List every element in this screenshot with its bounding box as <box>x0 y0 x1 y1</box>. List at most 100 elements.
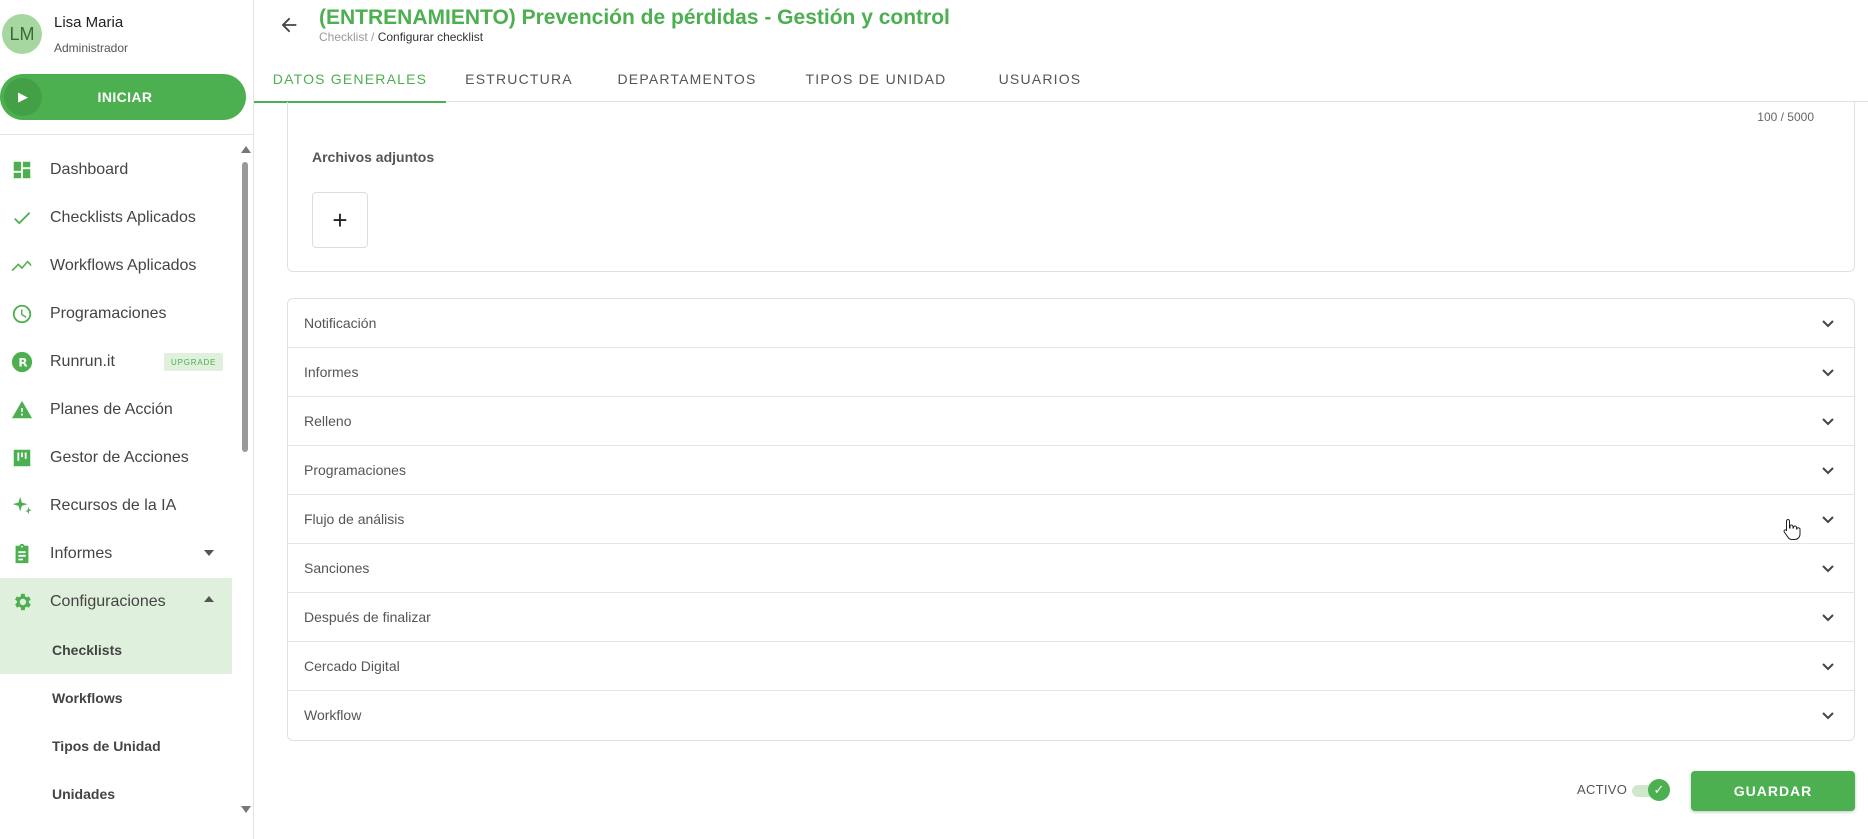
section-label: Después de finalizar <box>304 609 431 625</box>
chevron-up-icon <box>204 596 214 602</box>
sidebar-item-label: Runrun.it <box>50 353 115 370</box>
section-label: Relleno <box>304 413 352 429</box>
section-label: Programaciones <box>304 462 406 478</box>
sidebar-subitem-label: Unidades <box>52 786 116 802</box>
section-cercado-digital[interactable]: Cercado Digital <box>288 642 1854 691</box>
save-button[interactable]: GUARDAR <box>1691 771 1855 811</box>
breadcrumb-parent[interactable]: Checklist <box>319 30 368 44</box>
active-toggle[interactable]: ✓ <box>1632 779 1670 801</box>
sidebar-item-label: Workflows Aplicados <box>50 257 197 274</box>
kanban-icon <box>10 446 34 470</box>
sidebar-item-dashboard[interactable]: Dashboard <box>0 146 232 194</box>
sidebar-subitem-label: Checklists <box>52 642 123 658</box>
sidebar-nav: Dashboard Checklists Aplicados Workflows… <box>0 146 232 818</box>
scroll-up-arrow-icon[interactable] <box>241 146 251 153</box>
section-label: Notificación <box>304 315 377 331</box>
sidebar-subitem-label: Workflows <box>52 690 123 706</box>
tab-bar: DATOS GENERALES ESTRUCTURA DEPARTAMENTOS… <box>254 56 1868 103</box>
chevron-down-icon <box>1820 364 1836 380</box>
section-label: Informes <box>304 364 359 380</box>
section-despues-de-finalizar[interactable]: Después de finalizar <box>288 593 1854 642</box>
check-icon: ✓ <box>1648 779 1670 801</box>
clock-icon <box>10 302 34 326</box>
chevron-down-icon <box>1820 609 1836 625</box>
section-label: Workflow <box>304 707 362 723</box>
breadcrumb-current: Configurar checklist <box>377 30 484 44</box>
char-counter: 100 / 5000 <box>1757 110 1814 124</box>
section-informes[interactable]: Informes <box>288 348 1854 397</box>
sidebar-item-runrunit[interactable]: R Runrun.it UPGRADE <box>0 338 232 386</box>
tab-estructura[interactable]: ESTRUCTURA <box>446 56 592 102</box>
chevron-down-icon <box>1820 560 1836 576</box>
sidebar-item-checklists-aplicados[interactable]: Checklists Aplicados <box>0 194 232 242</box>
app-window: LM Lisa Maria Administrador ▶ INICIAR Da… <box>0 0 1868 839</box>
sidebar-subitem-checklists[interactable]: Checklists <box>0 626 232 674</box>
runrun-logo-icon: R <box>10 350 34 374</box>
section-workflow[interactable]: Workflow <box>288 691 1854 740</box>
sidebar: LM Lisa Maria Administrador ▶ INICIAR Da… <box>0 0 254 839</box>
sidebar-item-label: Recursos de la IA <box>50 497 177 514</box>
breadcrumb-separator: / <box>367 30 378 44</box>
sidebar-item-configuraciones[interactable]: Configuraciones <box>0 578 232 626</box>
sidebar-item-planes-de-accion[interactable]: Planes de Acción <box>0 386 232 434</box>
dashboard-icon <box>10 158 34 182</box>
attachments-label: Archivos adjuntos <box>312 149 435 165</box>
user-profile[interactable]: LM Lisa Maria Administrador <box>0 8 253 64</box>
upgrade-badge[interactable]: UPGRADE <box>164 353 224 371</box>
sidebar-item-label: Informes <box>50 545 113 562</box>
svg-text:R: R <box>18 356 27 370</box>
sidebar-subitem-workflows[interactable]: Workflows <box>0 674 232 722</box>
scroll-down-arrow-icon[interactable] <box>241 806 251 813</box>
section-label: Sanciones <box>304 560 370 576</box>
warning-icon <box>10 398 34 422</box>
sidebar-item-recursos-ia[interactable]: Recursos de la IA <box>0 482 232 530</box>
tab-datos-generales[interactable]: DATOS GENERALES <box>254 56 446 103</box>
section-sanciones[interactable]: Sanciones <box>288 544 1854 593</box>
user-role: Administrador <box>54 41 129 55</box>
sidebar-item-label: Planes de Acción <box>50 401 173 418</box>
tab-tipos-de-unidad[interactable]: TIPOS DE UNIDAD <box>782 56 970 102</box>
scrollbar-thumb[interactable] <box>242 162 248 452</box>
sidebar-item-programaciones[interactable]: Programaciones <box>0 290 232 338</box>
trending-icon <box>10 254 34 278</box>
sidebar-subitem-label: Tipos de Unidad <box>52 738 161 754</box>
section-flujo-de-analisis[interactable]: Flujo de análisis <box>288 495 1854 544</box>
chevron-down-icon <box>1820 462 1836 478</box>
section-relleno[interactable]: Relleno <box>288 397 1854 446</box>
arrow-left-icon <box>281 17 297 33</box>
breadcrumb: Checklist / Configurar checklist <box>319 30 483 44</box>
section-label: Flujo de análisis <box>304 511 405 527</box>
page-title: (ENTRENAMIENTO) Prevención de pérdidas -… <box>319 6 950 29</box>
settings-accordion: Notificación Informes Relleno Programaci… <box>287 298 1855 741</box>
hand-pointer-icon <box>1783 518 1801 540</box>
sidebar-scrollbar[interactable] <box>240 146 251 818</box>
section-programaciones[interactable]: Programaciones <box>288 446 1854 495</box>
chevron-down-icon <box>1820 511 1836 527</box>
general-data-card: 100 / 5000 Archivos adjuntos + <box>287 102 1855 272</box>
sidebar-item-label: Checklists Aplicados <box>50 209 196 226</box>
chevron-down-icon <box>1820 413 1836 429</box>
back-button[interactable] <box>276 12 302 38</box>
sidebar-subitem-tipos-de-unidad[interactable]: Tipos de Unidad <box>0 722 232 770</box>
sparkle-icon <box>10 494 34 518</box>
sidebar-item-label: Dashboard <box>50 161 129 178</box>
sidebar-item-gestor-de-acciones[interactable]: Gestor de Acciones <box>0 434 232 482</box>
avatar: LM <box>2 14 42 54</box>
add-attachment-button[interactable]: + <box>312 192 368 248</box>
sidebar-divider <box>0 134 253 135</box>
sidebar-item-workflows-aplicados[interactable]: Workflows Aplicados <box>0 242 232 290</box>
chevron-down-icon <box>1820 658 1836 674</box>
clipboard-icon <box>10 542 34 566</box>
tab-usuarios[interactable]: USUARIOS <box>970 56 1110 102</box>
section-notificacion[interactable]: Notificación <box>288 299 1854 348</box>
sidebar-subitem-unidades[interactable]: Unidades <box>0 770 232 818</box>
sidebar-item-informes[interactable]: Informes <box>0 530 232 578</box>
chevron-down-icon <box>1820 707 1836 723</box>
user-name: Lisa Maria <box>54 14 124 31</box>
start-button[interactable]: ▶ INICIAR <box>0 74 246 120</box>
tab-departamentos[interactable]: DEPARTAMENTOS <box>592 56 782 102</box>
play-icon: ▶ <box>4 78 42 116</box>
section-label: Cercado Digital <box>304 658 400 674</box>
gear-icon <box>10 590 34 614</box>
chevron-down-icon <box>1820 315 1836 331</box>
